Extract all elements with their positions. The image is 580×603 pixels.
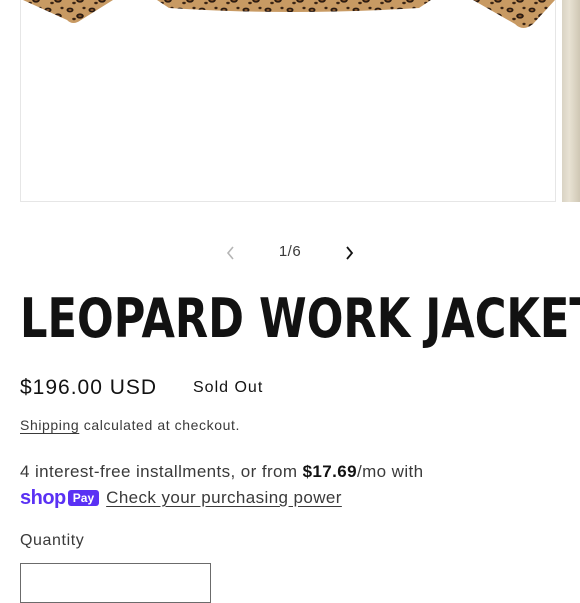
pay-badge: Pay: [67, 490, 100, 506]
installments-prefix: 4 interest-free installments, or from: [20, 462, 303, 481]
sold-out-badge: Sold Out: [193, 379, 264, 396]
installments-text: 4 interest-free installments, or from $1…: [20, 459, 565, 485]
jacket-right-sleeve-hem: [473, 0, 555, 28]
leopard-jacket-image: [23, 0, 555, 28]
shipping-link[interactable]: Shipping: [20, 417, 79, 433]
installments-suffix: /mo with: [356, 462, 424, 481]
jacket-left-sleeve-hem: [23, 0, 113, 23]
product-image-slide[interactable]: [20, 0, 556, 202]
quantity-label: Quantity: [20, 532, 85, 549]
chevron-left-icon: [226, 246, 234, 260]
slider-navigation: 1/6: [0, 238, 580, 268]
product-gallery: [0, 0, 580, 215]
product-title: LEOPARD WORK JACKET: [20, 287, 580, 350]
shipping-note-text: calculated at checkout.: [79, 417, 241, 433]
next-slide-preview[interactable]: [562, 0, 580, 202]
shop-pay-row: shop Pay Check your purchasing power: [20, 485, 342, 511]
next-slide-button[interactable]: [334, 238, 364, 268]
shop-pay-logo: shop: [20, 486, 66, 509]
chevron-right-icon: [346, 246, 354, 260]
check-purchasing-power-link[interactable]: Check your purchasing power: [106, 488, 342, 508]
product-price: $196.00 USD: [20, 376, 158, 399]
price-row: $196.00 USD Sold Out: [20, 374, 560, 404]
jacket-body-hem: [157, 0, 431, 12]
quantity-stepper[interactable]: [20, 563, 211, 603]
shipping-note: Shipping calculated at checkout.: [20, 417, 240, 433]
installment-amount: $17.69: [302, 462, 357, 481]
previous-slide-button[interactable]: [216, 238, 246, 268]
slide-counter: 1/6: [278, 243, 302, 260]
